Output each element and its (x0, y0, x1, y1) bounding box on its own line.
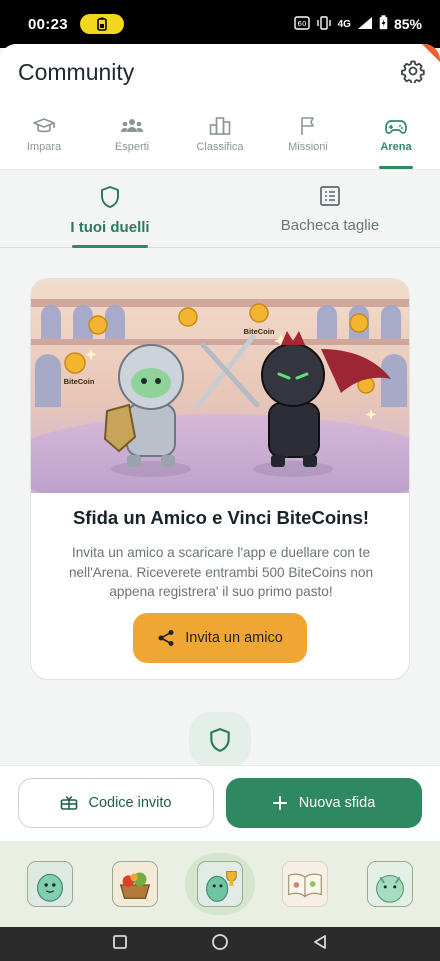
book-icon (281, 861, 328, 907)
promo-title: Sfida un Amico e Vinci BiteCoins! (72, 507, 370, 528)
invite-code-button[interactable]: Codice invito (18, 778, 214, 828)
mascot-icon (27, 861, 74, 907)
system-navigation-bar (0, 927, 440, 961)
page-title: Community (18, 59, 135, 85)
tab-label: Arena (380, 141, 412, 153)
tab-arena[interactable]: Arena (352, 104, 440, 169)
status-time: 00:23 (28, 15, 68, 33)
nav-recipe-book[interactable] (278, 857, 332, 911)
promo-description: Invita un amico a scaricare l'app e duel… (68, 545, 374, 599)
gamepad-icon (385, 120, 407, 134)
battery-saver-icon (79, 14, 124, 34)
nav-community-trophy[interactable] (184, 853, 255, 915)
invite-code-label: Codice invito (88, 795, 172, 811)
svg-text:60: 60 (297, 20, 306, 28)
shield-icon (101, 186, 119, 208)
tab-bacheca-taglie[interactable]: Bacheca taglie (220, 171, 440, 247)
nav-profile[interactable] (363, 857, 417, 911)
bottom-nav (0, 841, 440, 927)
triangle-back-icon (314, 934, 327, 949)
trophy-mascot-icon (196, 861, 243, 907)
list-board-icon (320, 186, 340, 206)
circle-icon (212, 933, 228, 950)
tab-label: Classifica (196, 141, 244, 153)
new-challenge-button[interactable]: Nuova sfida (226, 778, 422, 828)
coin-label-right: BiteCoin (244, 327, 275, 336)
invite-friend-button[interactable]: Invita un amico (133, 613, 307, 663)
tab-label: Impara (26, 141, 62, 153)
group-icon (121, 119, 143, 132)
plus-icon (272, 796, 287, 810)
square-icon (112, 934, 127, 949)
tab-i-tuoi-duelli[interactable]: I tuoi duelli (0, 171, 220, 248)
sub-tab-label: Bacheca taglie (280, 217, 380, 234)
signal-icon (357, 16, 373, 33)
sub-tab-bar: I tuoi duelli Bacheca taglie (0, 171, 440, 248)
tab-esperti[interactable]: Esperti (88, 104, 176, 169)
network-label: 4G (337, 18, 351, 30)
tab-classifica[interactable]: Classifica (176, 104, 264, 169)
recents-button[interactable] (112, 934, 128, 955)
nav-food-basket[interactable] (108, 857, 162, 911)
top-tab-bar: Impara Esperti Classifica Missioni Arena (0, 104, 440, 170)
duel-illustration: BiteCoin BiteCoin (31, 279, 409, 493)
battery-percent: 85% (393, 16, 422, 32)
tab-label: Esperti (114, 141, 150, 153)
new-challenge-label: Nuova sfida (298, 795, 376, 811)
action-bar: Codice invito Nuova sfida (0, 765, 440, 841)
sub-tab-label: I tuoi duelli (70, 219, 150, 236)
food-basket-icon (112, 861, 159, 907)
ticket-icon (61, 796, 78, 810)
battery-icon (379, 15, 388, 33)
graduation-cap-icon (33, 118, 55, 133)
home-button[interactable] (211, 933, 229, 956)
status-bar: 00:23 60 4G 85% (0, 0, 440, 48)
promo-card: BiteCoin BiteCoin Sfida un Amico e Vinci… (30, 278, 410, 680)
tab-label: Missioni (288, 141, 328, 153)
leaderboard-icon (209, 117, 231, 135)
coin-label-left: BiteCoin (64, 377, 95, 386)
status-icons: 60 4G 85% (293, 15, 422, 33)
shield-icon (210, 728, 230, 752)
empty-duels-indicator (189, 712, 251, 768)
gear-icon (401, 60, 425, 83)
invite-button-label: Invita un amico (185, 630, 283, 646)
settings-button[interactable] (398, 56, 428, 86)
app-header: Community (0, 44, 440, 104)
nfc-icon: 60 (293, 15, 310, 33)
nav-mascot-home[interactable] (23, 857, 77, 911)
tab-impara[interactable]: Impara (0, 104, 88, 169)
profile-mascot-icon (366, 861, 413, 907)
tab-missioni[interactable]: Missioni (264, 104, 352, 169)
back-button[interactable] (312, 934, 328, 955)
flag-icon (301, 117, 314, 135)
share-icon (158, 630, 174, 646)
vibrate-icon (316, 15, 332, 33)
